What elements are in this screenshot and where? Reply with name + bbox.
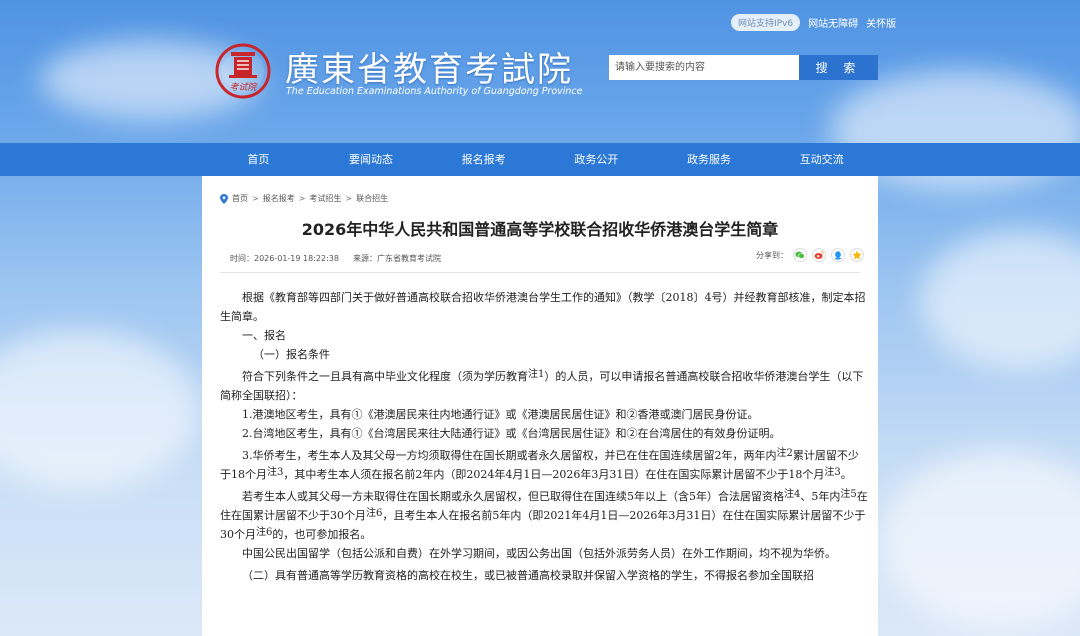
text-run: 符合下列条件之一且具有高中毕业文化程度（须为学历教育 <box>242 370 528 383</box>
footnote-ref: 注1 <box>528 369 545 380</box>
footnote-ref: 注6 <box>366 508 383 519</box>
footnote-ref: 注5 <box>840 489 857 500</box>
main-nav: 首页 要闻动态 报名报考 政务公开 政务服务 互动交流 <box>0 143 1080 176</box>
site-subtitle: The Education Examinations Authority of … <box>286 86 583 97</box>
footnote-ref: 注2 <box>776 448 793 459</box>
text-run: 3.华侨考生，考生本人及其父母一方均须取得住在国长期或者永久居留权，并已在住在国… <box>242 449 777 462</box>
search-input[interactable] <box>609 55 799 80</box>
footnote-ref: 注6 <box>256 527 273 538</box>
article-container: 首页 > 报名报考 > 考试招生 > 联合招生 2026年中华人民共和国普通高等… <box>202 176 878 636</box>
cloud-decoration <box>880 450 1080 630</box>
breadcrumb-separator: > <box>298 194 306 203</box>
nav-item-public-affairs[interactable]: 政务公开 <box>540 143 653 176</box>
article-meta: 时间：2026-01-19 18:22:38 来源：广东省教育考试院 <box>230 253 441 264</box>
body-paragraph: 根据《教育部等四部门关于做好普通高校联合招收华侨港澳台学生工作的通知》（教学〔2… <box>220 291 866 323</box>
body-paragraph: 3.华侨考生，考生本人及其父母一方均须取得住在国长期或者永久居留权，并已在住在国… <box>220 446 868 484</box>
cloud-decoration <box>0 330 200 490</box>
nav-item-news[interactable]: 要闻动态 <box>315 143 428 176</box>
breadcrumb-joint-admission[interactable]: 联合招生 <box>356 193 388 204</box>
text-run: 若考生本人或其父母一方未取得住在国长期或永久居留权，但已取得住在国连续5年以上（… <box>242 490 784 503</box>
breadcrumb-exam-admission[interactable]: 考试招生 <box>309 193 341 204</box>
article-source: 来源：广东省教育考试院 <box>352 254 441 263</box>
location-pin-icon <box>220 193 228 204</box>
share-bar: 分享到： <box>756 248 864 262</box>
wechat-icon[interactable] <box>793 248 807 262</box>
breadcrumb-separator: > <box>252 194 259 203</box>
body-paragraph: 符合下列条件之一且具有高中毕业文化程度（须为学历教育注1）的人员，可以申请报名普… <box>220 367 868 405</box>
text-run: ，其中考生本人须在报名前2年内（即2024年4月1日—2026年3月31日）在住… <box>283 468 825 481</box>
search-button[interactable]: 搜 索 <box>799 55 878 80</box>
breadcrumb: 首页 > 报名报考 > 考试招生 > 联合招生 <box>220 193 388 204</box>
logo-emblem-icon[interactable]: 考试院 <box>215 40 271 102</box>
top-links: 网站支持IPv6 网站无障碍 关怀版 <box>731 14 896 31</box>
section-heading: 一、报名 <box>242 329 286 342</box>
nav-item-services[interactable]: 政务服务 <box>653 143 766 176</box>
breadcrumb-separator: > <box>345 194 353 203</box>
publish-time: 时间：2026-01-19 18:22:38 <box>230 254 339 263</box>
subsection-heading: （一）报名条件 <box>253 348 330 361</box>
cloud-decoration <box>920 230 1080 370</box>
footnote-ref: 注3 <box>267 467 284 478</box>
site-header: 网站支持IPv6 网站无障碍 关怀版 考试院 廣東省教育考試院 The Educ… <box>0 0 1080 144</box>
body-paragraph: 中国公民出国留学（包括公派和自费）在外学习期间，或因公务出国（包括外派劳务人员）… <box>242 547 836 560</box>
footnote-ref: 注3 <box>824 467 841 478</box>
header-divider <box>220 272 860 273</box>
text-run: 、5年内 <box>800 490 841 503</box>
qq-icon[interactable] <box>831 248 845 262</box>
text-run: 的，也可参加报名。 <box>272 528 372 541</box>
body-paragraph: 1.港澳地区考生，具有①《港澳居民来往内地通行证》或《港澳居民居住证》和②香港或… <box>242 408 759 421</box>
article-title: 2026年中华人民共和国普通高等学校联合招收华侨港澳台学生简章 <box>301 220 779 239</box>
weibo-icon[interactable] <box>812 248 826 262</box>
body-paragraph: 2.台湾地区考生，具有①《台湾居民来往大陆通行证》或《台湾居民居住证》和②在台湾… <box>242 427 781 440</box>
article-body: 根据《教育部等四部门关于做好普通高校联合招收华侨港澳台学生工作的通知》（教学〔2… <box>220 288 868 585</box>
ipv6-badge[interactable]: 网站支持IPv6 <box>731 14 801 31</box>
elder-mode-link[interactable]: 关怀版 <box>866 15 896 30</box>
footnote-ref: 注4 <box>784 489 801 500</box>
site-title[interactable]: 廣東省教育考試院 <box>285 42 573 91</box>
qzone-icon[interactable] <box>850 248 864 262</box>
breadcrumb-home[interactable]: 首页 <box>232 193 248 204</box>
body-paragraph: 若考生本人或其父母一方未取得住在国长期或永久居留权，但已取得住在国连续5年以上（… <box>220 487 868 544</box>
nav-item-interaction[interactable]: 互动交流 <box>765 143 878 176</box>
accessibility-link[interactable]: 网站无障碍 <box>808 15 858 30</box>
breadcrumb-registration[interactable]: 报名报考 <box>263 193 295 204</box>
subsection-heading: （二）具有普通高等学历教育资格的高校在校生，或已被普通高校录取并保留入学资格的学… <box>242 569 814 582</box>
text-run: 。 <box>840 468 852 481</box>
nav-item-home[interactable]: 首页 <box>202 143 315 176</box>
nav-item-registration[interactable]: 报名报考 <box>427 143 540 176</box>
logo-seal-text: 考试院 <box>229 82 258 93</box>
share-label: 分享到： <box>756 250 788 260</box>
